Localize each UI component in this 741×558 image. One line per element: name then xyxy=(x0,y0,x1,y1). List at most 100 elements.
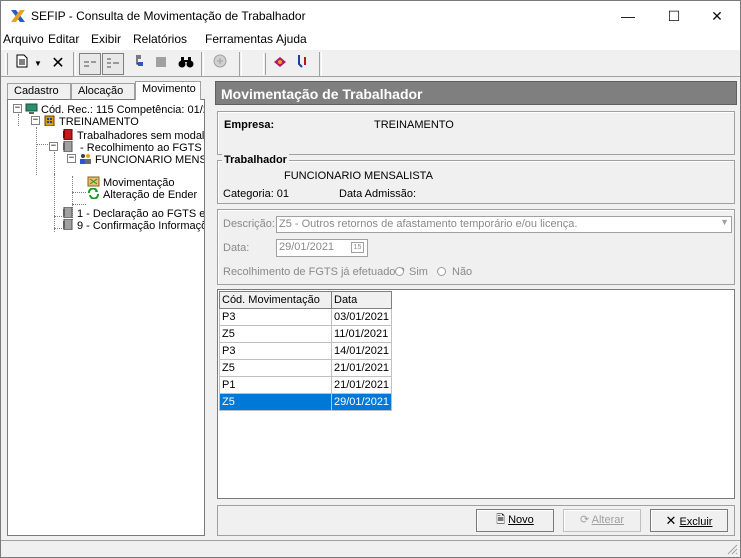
execute-icon[interactable] xyxy=(269,53,291,75)
trabalhador-group: Trabalhador FUNCIONARIO MENSALISTA Categ… xyxy=(217,154,735,204)
detail-view-icon[interactable] xyxy=(102,53,124,75)
cell-codigo: Z5 xyxy=(219,393,332,411)
refresh-icon xyxy=(88,188,99,199)
calendar-icon[interactable]: 15 xyxy=(351,242,364,253)
gray-binder-icon xyxy=(63,219,73,230)
menu-ferramentas[interactable]: Ferramentas xyxy=(205,32,273,46)
tree-view: − Cód. Rec.: 115 Competência: 01/20 − TR… xyxy=(7,99,205,536)
cell-data: 03/01/2021 xyxy=(330,308,393,326)
tree-line xyxy=(36,127,37,175)
list-view-icon[interactable] xyxy=(79,53,101,75)
tree-line xyxy=(54,152,55,174)
table-row-selected[interactable]: Z5 29/01/2021 xyxy=(219,393,393,411)
tree-line xyxy=(72,192,86,193)
recolhimento-label: Recolhimento de FGTS já efetuado ? xyxy=(223,266,405,278)
dropdown-arrow-icon[interactable]: ▼ xyxy=(32,53,44,75)
cell-data: 14/01/2021 xyxy=(330,342,393,360)
cell-data: 21/01/2021 xyxy=(330,359,393,377)
data-field[interactable]: 29/01/2021 15 xyxy=(276,239,368,257)
descricao-select[interactable]: Z5 - Outros retornos de afastamento temp… xyxy=(276,216,732,233)
cell-data: 29/01/2021 xyxy=(330,393,393,411)
gray-binder-icon xyxy=(63,141,73,152)
toolbar-separator xyxy=(201,52,204,76)
cell-data: 11/01/2021 xyxy=(330,325,393,343)
tree-node-confirmacao-informacoes[interactable]: 9 - Confirmação Informaçõe xyxy=(61,219,205,232)
novo-label: Novo xyxy=(508,514,534,526)
alterar-label: Alterar xyxy=(591,514,625,526)
empresa-group: Empresa: TREINAMENTO xyxy=(217,111,735,155)
tree-node-alteracao-endereco[interactable]: Alteração de Ender xyxy=(87,188,197,201)
tree-node-label: 9 - Confirmação Informaçõe xyxy=(77,220,205,232)
menu-editar[interactable]: Editar xyxy=(48,32,79,46)
resize-grip-icon[interactable] xyxy=(727,544,738,555)
toolbar-separator xyxy=(239,52,242,76)
table-row[interactable]: P3 03/01/2021 xyxy=(219,308,393,326)
tree-expander[interactable]: − xyxy=(49,142,58,151)
menu-relatorios[interactable]: Relatórios xyxy=(133,32,187,46)
data-admissao-label: Data Admissão: xyxy=(339,188,417,200)
sim-radio[interactable] xyxy=(395,267,404,276)
new-document-icon[interactable] xyxy=(11,53,33,75)
tree-node-funcionario-mensalista[interactable]: FUNCIONARIO MENSA xyxy=(79,153,204,166)
movimentacao-form: Descrição: Z5 - Outros retornos de afast… xyxy=(217,209,735,285)
tree-expander[interactable]: − xyxy=(13,104,22,113)
close-button[interactable]: ✕ xyxy=(694,1,740,31)
title-bar: SEFIP - Consulta de Movimentação de Trab… xyxy=(1,1,740,31)
table-row[interactable]: Z5 21/01/2021 xyxy=(219,359,393,377)
tab-movimento[interactable]: Movimento xyxy=(135,81,201,100)
refresh-icon: ⟳ xyxy=(579,514,590,526)
toolbar-separator xyxy=(73,52,76,76)
maximize-button[interactable]: ☐ xyxy=(651,1,697,31)
column-header-cod-movimentacao[interactable]: Cód. Movimentação xyxy=(219,291,332,309)
menu-exibir[interactable]: Exibir xyxy=(91,32,121,46)
tab-cadastro[interactable]: Cadastro xyxy=(7,83,71,99)
cell-codigo: P3 xyxy=(219,308,332,326)
new-document-icon: 🗎 xyxy=(496,514,506,526)
empresa-value: TREINAMENTO xyxy=(374,119,454,131)
tree-node-treinamento[interactable]: TREINAMENTO xyxy=(43,115,139,128)
print-icon[interactable] xyxy=(209,53,231,75)
left-tabs: Cadastro Alocação Movimento xyxy=(7,81,205,100)
toolbar-grip[interactable] xyxy=(5,53,8,75)
movimentacao-icon xyxy=(87,176,100,187)
novo-button[interactable]: 🗎 Novo xyxy=(476,509,554,532)
cell-codigo: Z5 xyxy=(219,359,332,377)
cell-codigo: Z5 xyxy=(219,325,332,343)
data-label: Data: xyxy=(223,242,250,254)
table-row[interactable]: P1 21/01/2021 xyxy=(219,376,393,394)
building-icon xyxy=(44,115,55,126)
nao-radio[interactable] xyxy=(437,267,446,276)
tree-expander[interactable]: − xyxy=(31,116,40,125)
alterar-button[interactable]: ⟳ Alterar xyxy=(563,509,641,532)
table-row[interactable]: P3 14/01/2021 xyxy=(219,342,393,360)
tree-node-label: Alteração de Ender xyxy=(103,189,198,201)
people-icon xyxy=(80,154,91,164)
toolbar-grip[interactable] xyxy=(263,53,266,75)
delete-icon[interactable]: ✕ xyxy=(47,53,69,75)
table-row[interactable]: Z5 11/01/2021 xyxy=(219,325,393,343)
app-window: SEFIP - Consulta de Movimentação de Trab… xyxy=(0,0,741,558)
categoria-label: Categoria: 01 xyxy=(223,188,290,200)
button-bar: 🗎 Novo ⟳ Alterar ✕ Excluir xyxy=(217,505,735,536)
excluir-button[interactable]: ✕ Excluir xyxy=(650,509,728,532)
help-icon[interactable] xyxy=(292,53,314,75)
tree-expander[interactable]: − xyxy=(67,154,76,163)
status-bar xyxy=(1,540,740,557)
tree-line xyxy=(54,174,55,232)
stop-icon[interactable] xyxy=(150,53,172,75)
cell-codigo: P1 xyxy=(219,376,332,394)
descricao-value: Z5 - Outros retornos de afastamento temp… xyxy=(279,218,578,230)
minimize-button[interactable]: — xyxy=(605,1,651,31)
panel-header: Movimentação de Trabalhador xyxy=(215,81,737,105)
tree-node-label: TREINAMENTO xyxy=(59,116,139,128)
tab-alocacao[interactable]: Alocação xyxy=(71,83,135,99)
menu-arquivo[interactable]: Arquivo xyxy=(3,32,44,46)
menu-ajuda[interactable]: Ajuda xyxy=(276,32,307,46)
menu-bar: Arquivo Editar Exibir Relatórios Ferrame… xyxy=(1,31,740,49)
chevron-down-icon[interactable]: ▼ xyxy=(720,217,729,227)
tree-icon[interactable] xyxy=(128,53,150,75)
column-header-data[interactable]: Data xyxy=(330,291,393,309)
window-title: SEFIP - Consulta de Movimentação de Trab… xyxy=(31,9,306,23)
sefip-x-logo-icon xyxy=(11,10,25,22)
binoculars-icon[interactable] xyxy=(175,53,197,75)
